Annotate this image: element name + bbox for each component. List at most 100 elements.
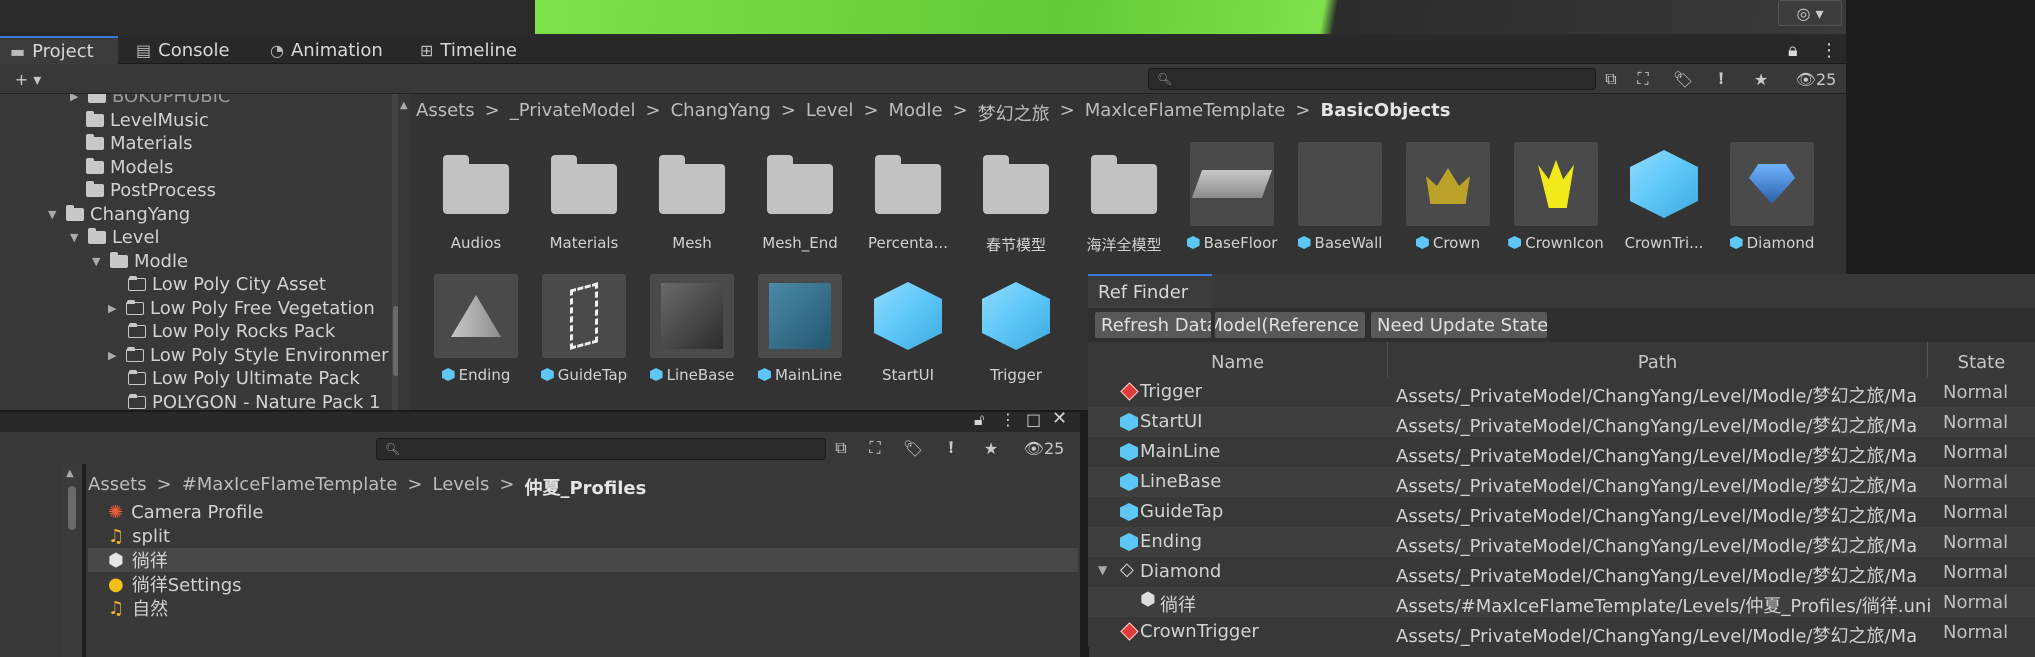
asset-tile[interactable]: BaseFloor xyxy=(1182,142,1282,252)
column-state[interactable]: State xyxy=(1928,342,2035,382)
asset-tile[interactable]: Ending xyxy=(426,274,526,384)
asset-tile[interactable]: 春节模型 xyxy=(966,142,1066,255)
favorite-icon[interactable]: ★ xyxy=(976,435,1006,461)
table-row[interactable]: ⬢ 徜徉 Assets/#MaxIceFlameTemplate/Levels/仲夏… xyxy=(1088,587,2035,617)
table-row[interactable]: StartUI Assets/_PrivateModel/ChangYang/Le… xyxy=(1088,407,2035,437)
asset-tile[interactable]: GuideTap xyxy=(534,274,634,384)
tab-animation[interactable]: ◔ Animation xyxy=(270,36,383,64)
tree-item[interactable]: PostProcess xyxy=(86,179,216,203)
asset-tile[interactable]: Mesh_End xyxy=(750,142,850,252)
asset-tile[interactable]: Audios xyxy=(426,142,526,252)
table-row[interactable]: Ending Assets/_PrivateModel/ChangYang/Lev… xyxy=(1088,527,2035,557)
asset-tile[interactable]: Diamond xyxy=(1722,142,1822,252)
tree-item[interactable]: ▼ Level xyxy=(70,226,160,250)
breadcrumb-item[interactable]: Levels xyxy=(432,474,489,500)
breadcrumb-item[interactable]: MaxIceFlameTemplate xyxy=(1085,100,1286,126)
asset-tile[interactable]: StartUI xyxy=(858,274,958,384)
scroll-up-icon[interactable]: ▲ xyxy=(66,468,74,479)
tree-item[interactable]: Models xyxy=(86,155,173,179)
breadcrumb-item[interactable]: #MaxIceFlameTemplate xyxy=(182,474,398,500)
search-by-type-icon[interactable]: ⧉ xyxy=(826,435,856,461)
gizmo-dropdown-button[interactable]: ◎ ▾ xyxy=(1778,0,1842,26)
breadcrumb-item[interactable]: ChangYang xyxy=(671,100,771,126)
table-row[interactable]: ▼ ◇ Diamond Assets/_PrivateModel/ChangYang/… xyxy=(1088,557,2035,587)
tree-item[interactable]: ▶ Low Poly Style Environmer xyxy=(108,343,389,367)
log-filter-icon[interactable]: ❗︎ xyxy=(936,435,966,461)
lower-scroll-thumb[interactable] xyxy=(68,486,76,530)
asset-tile[interactable]: Mesh xyxy=(642,142,742,252)
asset-tile[interactable]: Materials xyxy=(534,142,634,252)
asset-tile[interactable]: Trigger xyxy=(966,274,1066,384)
asset-tile[interactable]: BaseWall xyxy=(1290,142,1390,252)
tree-item[interactable]: Low Poly City Asset xyxy=(128,273,326,297)
lock-icon[interactable]: 🔒︎ xyxy=(1788,36,1798,64)
asset-tile[interactable]: Crown xyxy=(1398,142,1498,252)
tree-item[interactable]: ▼ ChangYang xyxy=(48,202,190,226)
column-name[interactable]: Name xyxy=(1088,342,1388,382)
refresh-data-button[interactable]: Refresh Data xyxy=(1094,311,1212,339)
breadcrumb-item[interactable]: Modle xyxy=(889,100,943,126)
tab-console[interactable]: ▤ Console xyxy=(136,36,230,64)
lock-icon[interactable]: 🔓︎ xyxy=(974,410,984,430)
log-filter-icon[interactable]: ❗︎ xyxy=(1706,66,1736,92)
asset-tile[interactable]: 海洋全模型 xyxy=(1074,142,1174,255)
ref-finder-tab[interactable]: Ref Finder xyxy=(1088,274,1212,308)
more-menu-icon[interactable]: ⋮ xyxy=(1000,410,1016,429)
tab-project[interactable]: ▬ Project xyxy=(0,36,118,64)
table-row[interactable]: Trigger Assets/_PrivateModel/ChangYang/Le… xyxy=(1088,377,2035,407)
scroll-up-icon[interactable]: ▲ xyxy=(400,100,408,111)
tree-item[interactable]: ▼ Modle xyxy=(92,249,188,273)
visibility-count[interactable]: 👁︎ 25 xyxy=(1790,66,1842,92)
scene-view-render[interactable] xyxy=(535,0,1846,34)
close-icon[interactable]: ✕ xyxy=(1052,408,1067,429)
tree-item[interactable]: Low Poly Ultimate Pack xyxy=(128,367,360,391)
asset-tile[interactable]: CrownTri... xyxy=(1614,142,1714,252)
tree-item[interactable]: ▶ Low Poly Free Vegetation xyxy=(108,296,375,320)
asset-tile[interactable]: MainLine xyxy=(750,274,850,384)
breadcrumb-item[interactable]: 梦幻之旅 xyxy=(978,100,1050,126)
expand-arrow-icon[interactable]: ▼ xyxy=(70,231,82,244)
list-item[interactable]: ● 徜徉Settings xyxy=(88,572,1078,597)
model-reference-button[interactable]: Model(Reference xyxy=(1214,311,1366,339)
filter-type-icon[interactable]: ⛶ xyxy=(860,435,890,461)
search-input[interactable]: 🔍︎ xyxy=(376,438,826,460)
table-row[interactable]: GuideTap Assets/_PrivateModel/ChangYang/L… xyxy=(1088,497,2035,527)
label-filter-icon[interactable]: 🏷︎ xyxy=(1668,66,1698,92)
asset-scrollbar[interactable] xyxy=(398,94,410,410)
column-path[interactable]: Path xyxy=(1388,342,1928,382)
list-item[interactable]: ✺ Camera Profile xyxy=(88,500,1078,524)
visibility-count[interactable]: 👁︎ 25 xyxy=(1018,435,1070,461)
list-item[interactable]: ♫ split xyxy=(88,524,1078,548)
filter-type-icon[interactable]: ⛶ xyxy=(1628,66,1658,92)
tree-item[interactable]: POLYGON - Nature Pack 1 xyxy=(128,390,381,410)
list-item[interactable]: ♫ 自然 xyxy=(88,596,1078,621)
table-row[interactable]: CrownTrigger Assets/_PrivateModel/ChangYa… xyxy=(1088,617,2035,647)
tree-item[interactable]: LevelMusic xyxy=(86,108,209,132)
breadcrumb-item[interactable]: Level xyxy=(806,100,854,126)
list-item[interactable]: ⬢ 徜徉 xyxy=(88,548,1078,572)
search-by-type-icon[interactable]: ⧉ xyxy=(1596,66,1626,92)
breadcrumb-item[interactable]: Assets xyxy=(416,100,475,126)
create-button[interactable]: + ▾ xyxy=(6,66,50,92)
asset-tile[interactable]: Percenta... xyxy=(858,142,958,252)
asset-tile[interactable]: CrownIcon xyxy=(1506,142,1606,252)
breadcrumb-item[interactable]: _PrivateModel xyxy=(510,100,636,126)
favorite-icon[interactable]: ★ xyxy=(1746,66,1776,92)
label-filter-icon[interactable]: 🏷︎ xyxy=(898,435,928,461)
expand-arrow-icon[interactable]: ▶ xyxy=(108,302,120,315)
table-row[interactable]: MainLine Assets/_PrivateModel/ChangYang/L… xyxy=(1088,437,2035,467)
tab-timeline[interactable]: ⊞ Timeline xyxy=(420,36,517,64)
table-row[interactable]: LineBase Assets/_PrivateModel/ChangYang/L… xyxy=(1088,467,2035,497)
maximize-icon[interactable]: □ xyxy=(1026,410,1041,429)
tree-item[interactable]: Low Poly Rocks Pack xyxy=(128,320,335,344)
more-menu-icon[interactable]: ⋮ xyxy=(1820,36,1838,64)
need-update-state-button[interactable]: Need Update State xyxy=(1370,311,1548,339)
asset-tile[interactable]: LineBase xyxy=(642,274,742,384)
search-input[interactable]: 🔍︎ xyxy=(1148,68,1596,90)
tree-item[interactable]: Materials xyxy=(86,132,193,156)
tree-item-cut[interactable]: ▶ BOKUPHUBIC xyxy=(70,94,231,108)
expand-arrow-icon[interactable]: ▼ xyxy=(48,208,60,221)
breadcrumb-item[interactable]: Assets xyxy=(88,474,147,500)
collapse-arrow-icon[interactable]: ▼ xyxy=(1098,563,1107,577)
expand-arrow-icon[interactable]: ▼ xyxy=(92,255,104,268)
